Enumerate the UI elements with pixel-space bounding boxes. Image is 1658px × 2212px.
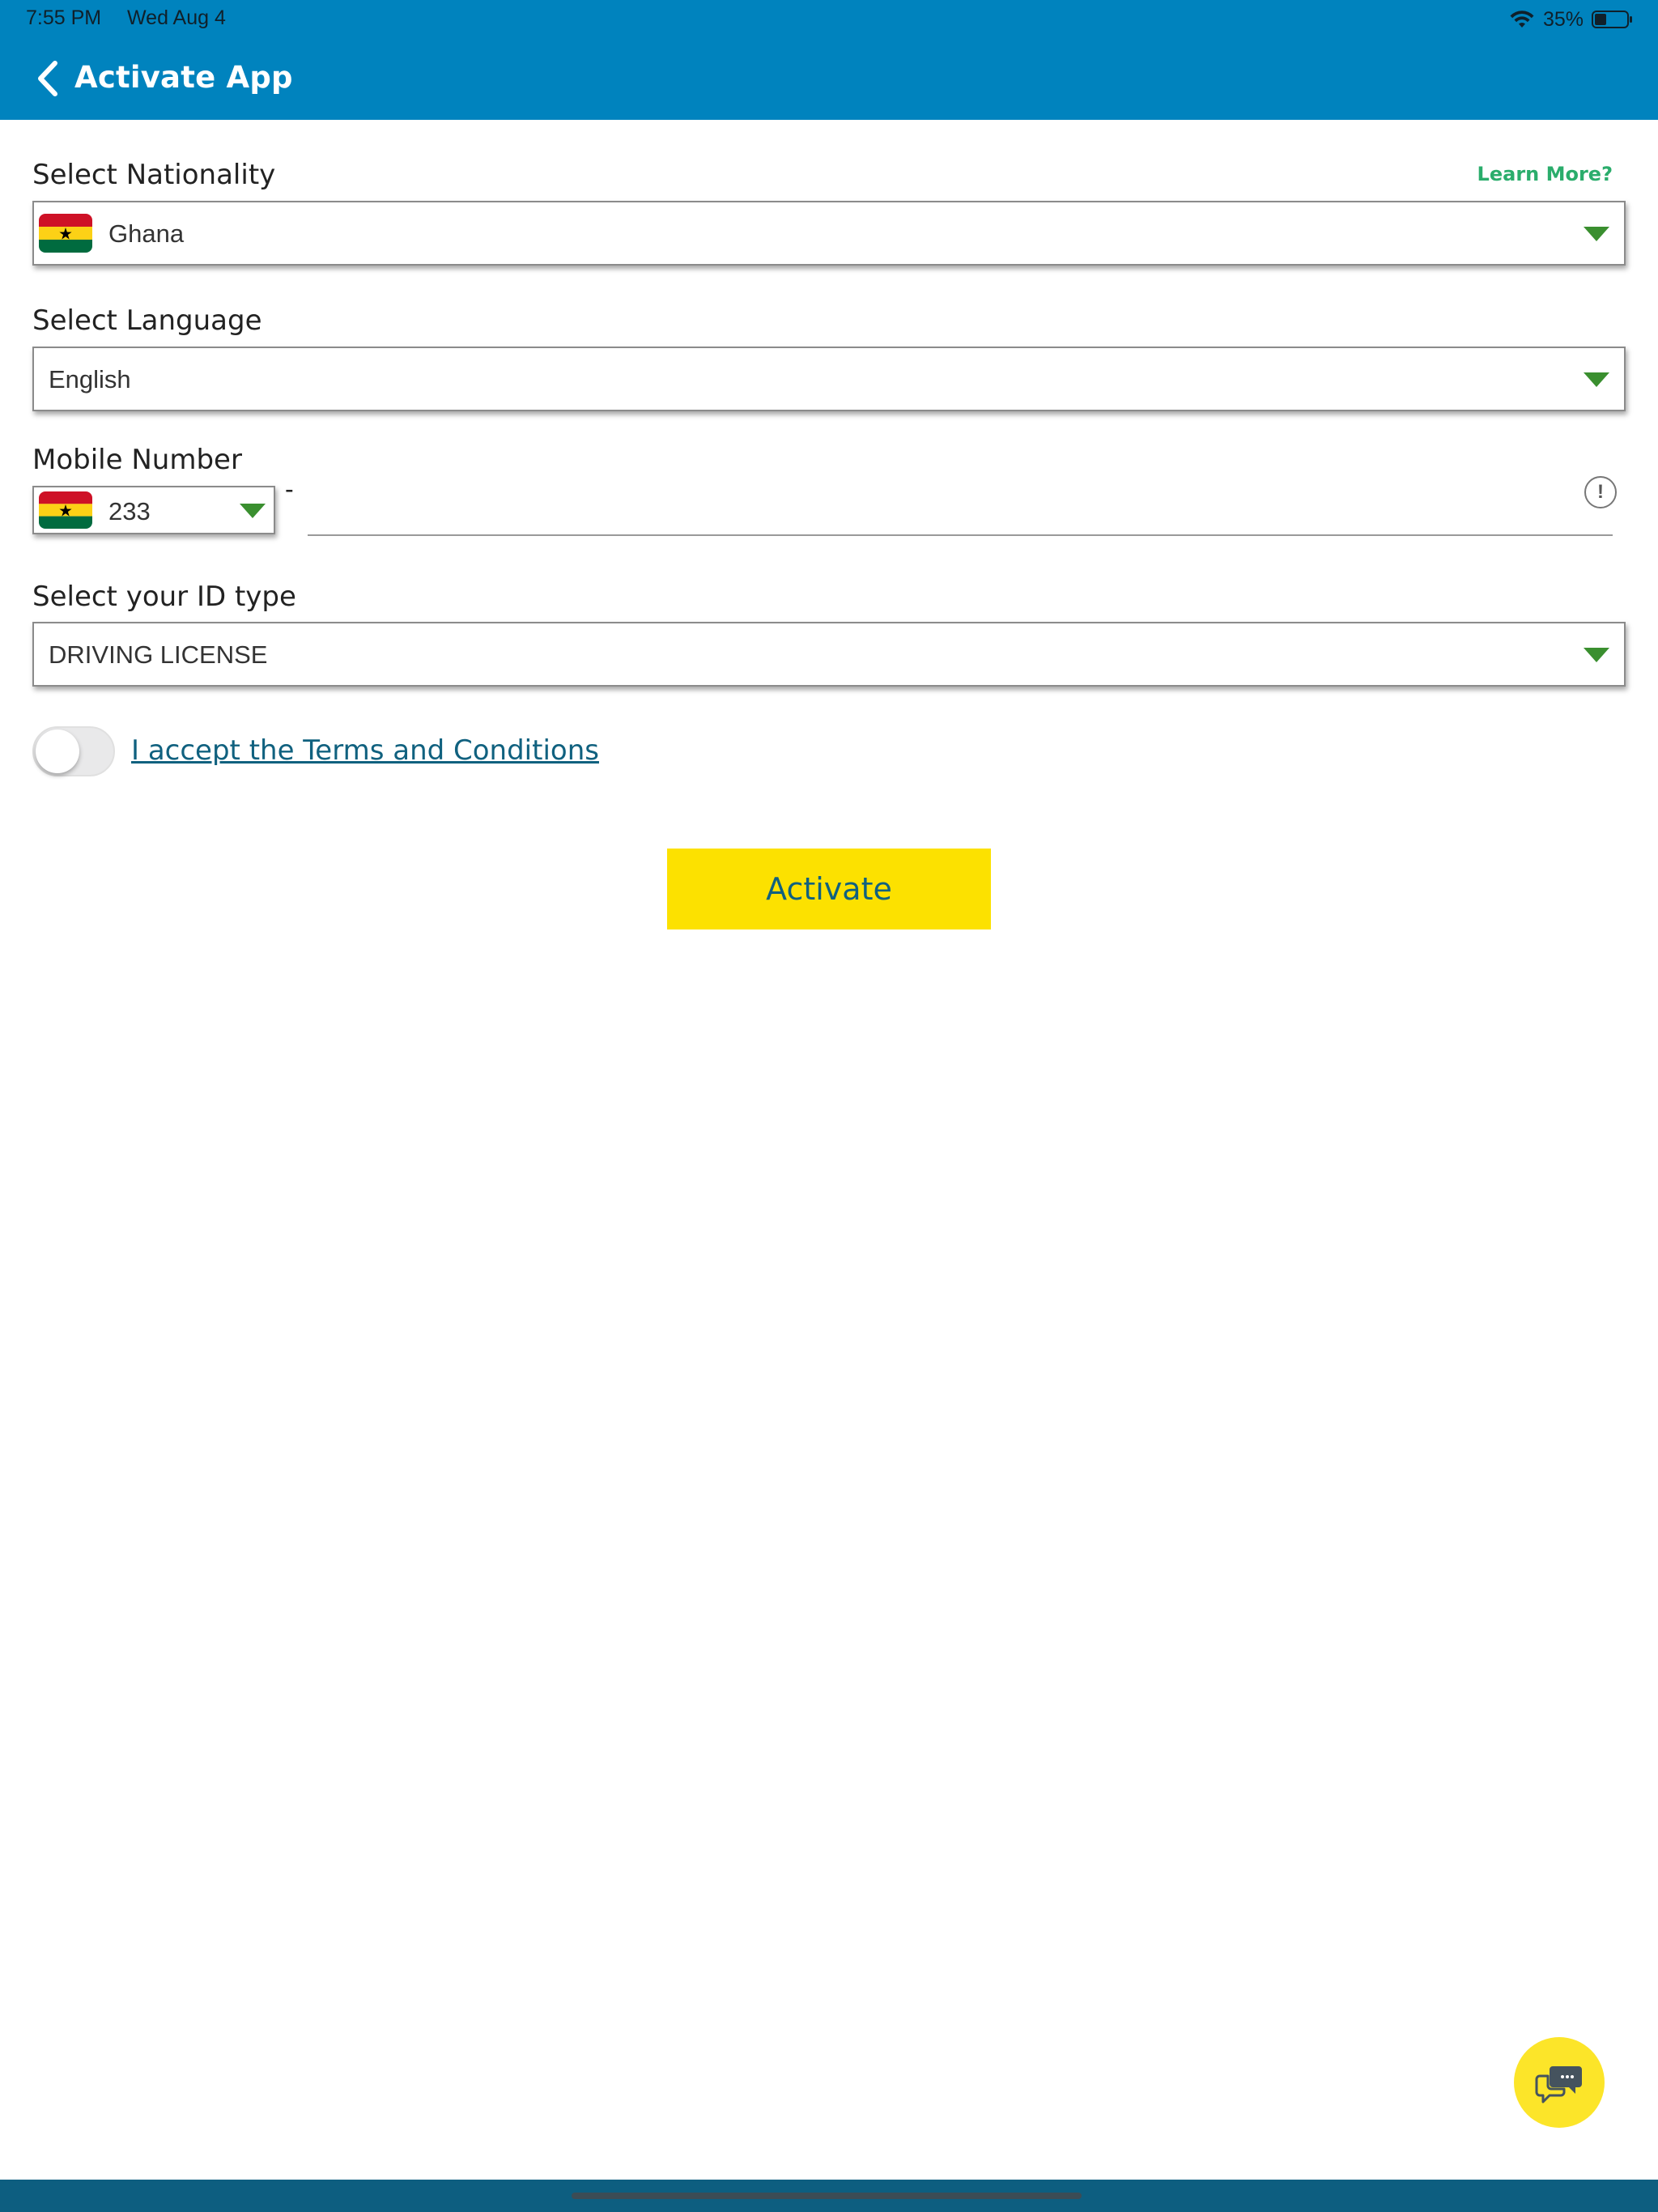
status-date-text: Wed Aug 4 <box>127 6 226 29</box>
id-type-label: Select your ID type <box>32 581 296 613</box>
status-time-text: 7:55 PM <box>26 6 102 29</box>
terms-toggle[interactable] <box>32 726 115 776</box>
toggle-knob <box>36 730 79 773</box>
dropdown-caret-icon <box>1584 372 1609 387</box>
country-code-value: 233 <box>108 497 151 525</box>
battery-percent: 35% <box>1542 7 1584 31</box>
battery-icon <box>1592 11 1632 28</box>
ghana-flag-icon <box>39 491 92 529</box>
learn-more-link[interactable]: Learn More? <box>1477 163 1613 185</box>
status-bar-right: 35% <box>1509 6 1634 32</box>
number-separator: - <box>285 474 294 504</box>
dropdown-caret-icon <box>1584 648 1609 662</box>
wifi-icon <box>1510 11 1534 28</box>
language-label: Select Language <box>32 304 262 337</box>
terms-link[interactable]: I accept the Terms and Conditions <box>131 734 599 767</box>
language-select[interactable]: English <box>32 347 1626 411</box>
country-code-select[interactable]: 233 <box>32 486 275 534</box>
back-chevron-icon[interactable] <box>32 58 65 99</box>
home-indicator[interactable] <box>572 2193 1082 2199</box>
activate-button[interactable]: Activate <box>667 849 991 929</box>
id-type-select[interactable]: DRIVING LICENSE <box>32 622 1626 687</box>
nationality-value: Ghana <box>108 219 185 248</box>
chat-button[interactable] <box>1514 2037 1605 2128</box>
nationality-label: Select Nationality <box>32 159 276 191</box>
status-bar-time: 7:55 PM Wed Aug 4 <box>26 6 226 30</box>
page-title: Activate App <box>74 60 293 95</box>
mobile-number-label: Mobile Number <box>32 444 242 476</box>
ghana-flag-icon <box>39 214 92 253</box>
dropdown-caret-icon <box>1584 227 1609 241</box>
id-type-value: DRIVING LICENSE <box>49 640 268 669</box>
mobile-number-input[interactable] <box>308 478 1613 536</box>
chat-icon <box>1535 2066 1582 2104</box>
info-icon[interactable]: ! <box>1584 476 1617 508</box>
app-header: 7:55 PM Wed Aug 4 35% Activate App <box>0 0 1658 120</box>
dropdown-caret-icon <box>240 504 266 518</box>
language-value: English <box>49 365 131 393</box>
nationality-select[interactable]: Ghana <box>32 201 1626 266</box>
